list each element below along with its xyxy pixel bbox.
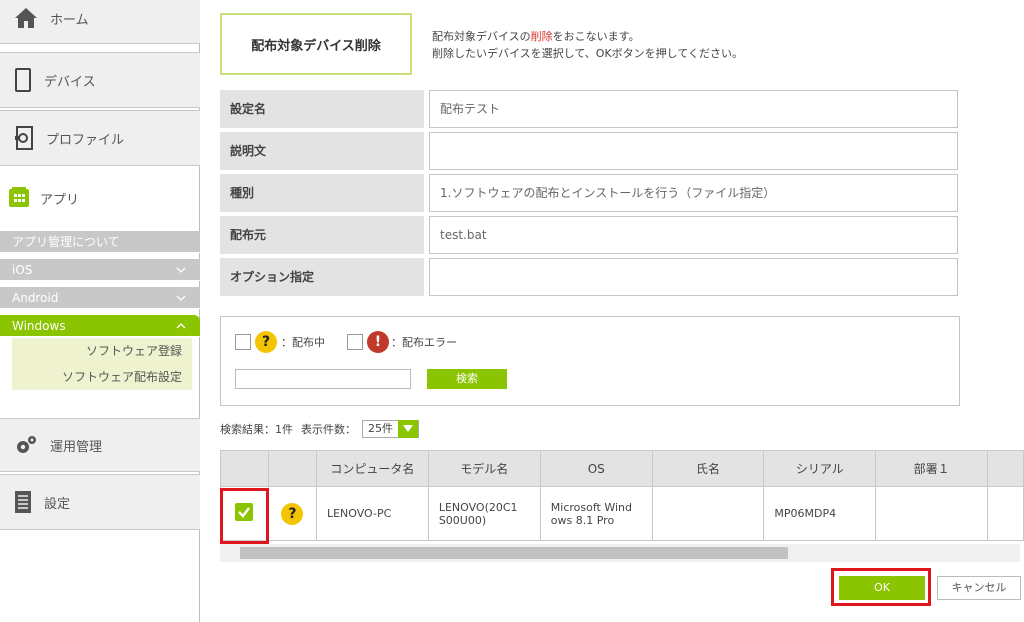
nav-software-distribute[interactable]: ソフトウェア配布設定 [12, 364, 192, 390]
cell-name [651, 486, 765, 541]
per-page-value: 25件 [368, 422, 393, 435]
per-page-select[interactable]: 25件 [362, 420, 419, 438]
cell-dept [875, 486, 988, 541]
desc-line1-red: 削除 [530, 30, 553, 43]
page-description: 配布対象デバイスの削除をおこないます。 削除したいデバイスを選択して、OKボタン… [432, 28, 743, 62]
cell-os: Microsoft Wind ows 8.1 Pro [539, 486, 653, 541]
chevron-down-icon [176, 267, 186, 273]
form-row-source: 配布元 test.bat [220, 216, 960, 254]
nav-app-label: アプリ [40, 192, 80, 208]
form-row-setting-name: 設定名 配布テスト [220, 90, 960, 128]
page-title: 配布対象デバイス削除 [220, 13, 412, 75]
desc-line1-pre: 配布対象デバイスの [432, 30, 531, 43]
form-row-option: オプション指定 [220, 258, 960, 296]
search-input[interactable] [235, 369, 411, 389]
cell-model: LENOVO(20C1 S00U00) [427, 486, 541, 541]
status-cell: ? [267, 486, 317, 541]
form-label: オプション指定 [220, 258, 424, 296]
description-field[interactable] [429, 132, 958, 170]
nav-windows-label: Windows [12, 318, 66, 333]
chevron-down-icon [176, 295, 186, 301]
exclamation-icon: ! [367, 331, 389, 353]
form-row-description: 説明文 [220, 132, 960, 170]
document-icon [14, 490, 32, 514]
setting-name-field[interactable]: 配布テスト [429, 90, 958, 128]
home-icon [14, 7, 38, 29]
per-page-label: 表示件数： [301, 423, 356, 436]
table-row[interactable]: ? LENOVO-PC LENOVO(20C1 S00U00) Microsof… [220, 486, 1024, 541]
nav-app-about[interactable]: アプリ管理について [0, 231, 200, 253]
nav-software-register[interactable]: ソフトウェア登録 [12, 338, 192, 364]
main-content: 配布対象デバイス削除 配布対象デバイスの削除をおこないます。 削除したいデバイス… [220, 0, 1024, 622]
sidebar: ホーム デバイス プロファイル アプリ アプリ管理について iOS Androi… [0, 0, 200, 622]
nav-home[interactable]: ホーム [0, 0, 200, 44]
nav-settings-label: 設定 [44, 496, 71, 512]
nav-settings[interactable]: 設定 [0, 474, 200, 530]
device-icon [14, 68, 32, 92]
scroll-thumb[interactable] [240, 547, 788, 559]
form-row-type: 種別 1.ソフトウェアの配布とインストールを行う（ファイル指定） [220, 174, 960, 212]
col-header-os[interactable]: OS [539, 450, 653, 487]
app-icon [8, 186, 30, 211]
triangle-down-icon [398, 420, 418, 438]
source-field[interactable]: test.bat [429, 216, 958, 254]
nav-home-label: ホーム [50, 12, 89, 28]
error-checkbox[interactable] [347, 334, 363, 350]
nav-device[interactable]: デバイス [0, 52, 200, 108]
distributing-checkbox[interactable] [235, 334, 251, 350]
nav-windows[interactable]: Windows [0, 315, 200, 337]
profile-icon [14, 126, 34, 150]
table-header-row: コンピュータ名 モデル名 OS 氏名 シリアル 部署１ [220, 450, 1024, 487]
nav-android-label: Android [12, 290, 59, 305]
form-label: 説明文 [220, 132, 424, 170]
cell-computer: LENOVO-PC [315, 486, 429, 541]
col-header-model[interactable]: モデル名 [427, 450, 541, 487]
nav-operations-label: 運用管理 [50, 439, 103, 455]
cell-extra [987, 486, 1024, 541]
result-count: 検索結果：1件 [220, 423, 293, 436]
form-label: 配布元 [220, 216, 424, 254]
form-label: 設定名 [220, 90, 424, 128]
col-header-dept[interactable]: 部署１ [875, 450, 988, 487]
desc-line1-post: をおこないます。 [552, 30, 640, 43]
result-bar: 検索結果：1件 表示件数： 25件 [220, 420, 419, 438]
type-field[interactable]: 1.ソフトウェアの配布とインストールを行う（ファイル指定） [429, 174, 958, 212]
ok-button[interactable]: OK [839, 576, 925, 600]
col-header-name[interactable]: 氏名 [651, 450, 765, 487]
col-header-computer[interactable]: コンピュータ名 [315, 450, 429, 487]
nav-ios-label: iOS [12, 262, 33, 277]
nav-operations[interactable]: 運用管理 [0, 418, 200, 472]
chevron-up-icon [176, 322, 186, 328]
question-icon: ? [281, 502, 304, 525]
nav-app[interactable]: アプリ [0, 180, 200, 216]
nav-device-label: デバイス [44, 74, 96, 90]
col-header [220, 450, 269, 487]
search-panel: ? ：配布中 ! ：配布エラー 検索 [220, 316, 960, 406]
form-label: 種別 [220, 174, 424, 212]
checkbox-highlight [220, 488, 269, 544]
nav-profile-label: プロファイル [46, 132, 125, 148]
search-button[interactable]: 検索 [427, 369, 507, 389]
distributing-label: ：配布中 [281, 336, 325, 349]
nav-ios[interactable]: iOS [0, 259, 200, 281]
option-field[interactable] [429, 258, 958, 296]
filter-row: ? ：配布中 ! ：配布エラー [235, 331, 457, 353]
nav-profile[interactable]: プロファイル [0, 110, 200, 166]
gears-icon [14, 434, 38, 456]
col-header [987, 450, 1024, 487]
col-header-serial[interactable]: シリアル [763, 450, 877, 487]
cell-serial: MP06MDP4 [763, 486, 877, 541]
nav-app-about-label: アプリ管理について [12, 235, 120, 249]
horizontal-scrollbar[interactable] [220, 544, 1020, 562]
question-icon: ? [255, 331, 277, 353]
error-label: ：配布エラー [391, 336, 457, 349]
desc-line2: 削除したいデバイスを選択して、OKボタンを押してください。 [432, 47, 743, 60]
col-header [267, 450, 317, 487]
nav-android[interactable]: Android [0, 287, 200, 309]
cancel-button[interactable]: キャンセル [937, 576, 1021, 600]
